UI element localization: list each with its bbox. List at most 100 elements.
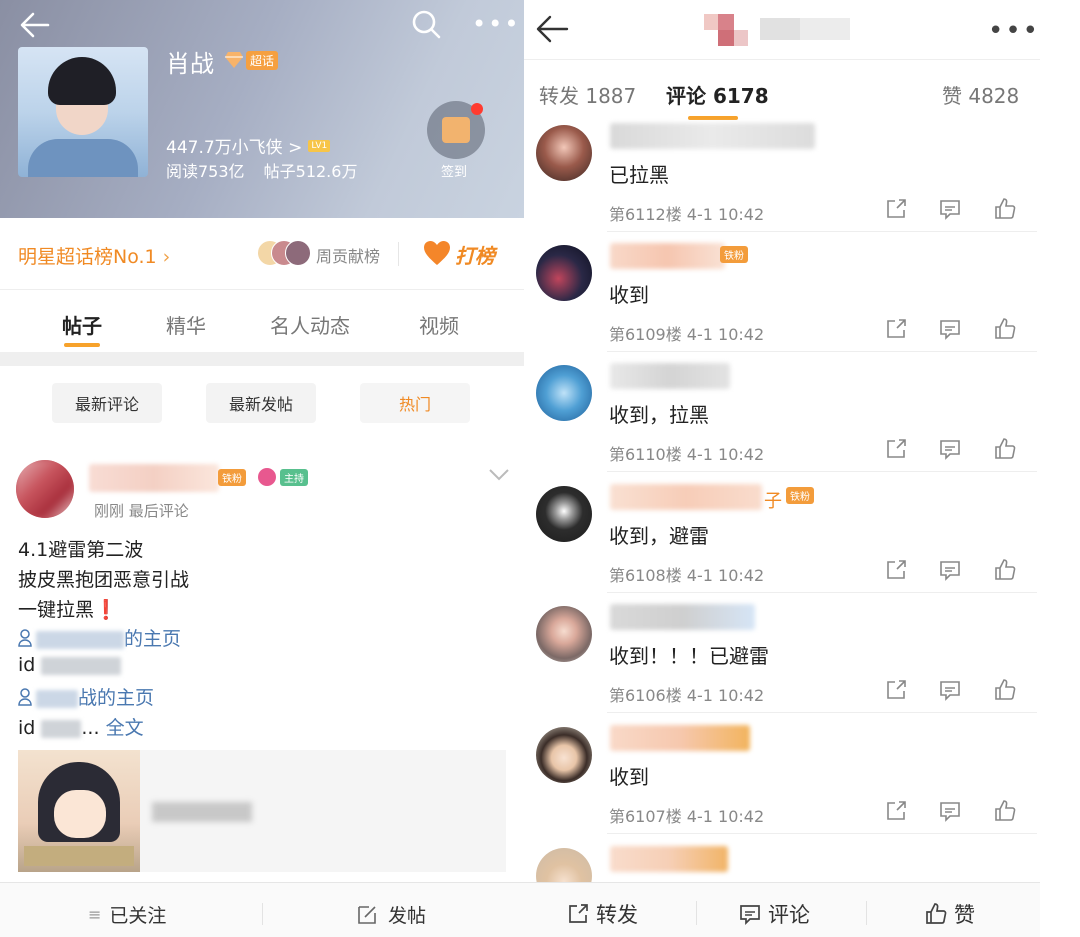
full-text-link[interactable]: 全文	[106, 717, 144, 739]
post-text-line: 4.1避雷第二波	[18, 539, 144, 561]
id-label: id	[18, 654, 36, 676]
avatar	[285, 240, 311, 266]
back-arrow-icon[interactable]	[534, 12, 570, 46]
post-author-avatar[interactable]	[16, 460, 74, 518]
post-author-name[interactable]	[89, 464, 219, 492]
commenter-name[interactable]	[610, 484, 762, 510]
thumbs-up-icon[interactable]	[993, 799, 1017, 823]
share-icon[interactable]	[884, 558, 908, 582]
followed-label: 已关注	[109, 905, 167, 927]
commenter-avatar[interactable]	[536, 125, 592, 181]
like-button[interactable]: 赞	[924, 899, 975, 929]
comment-icon[interactable]	[938, 799, 962, 823]
post-text-line: 披皮黑抱团恶意引战	[18, 569, 190, 591]
topic-avatar[interactable]	[18, 47, 148, 177]
repost-button[interactable]: 转发	[566, 899, 638, 929]
post-text-line: 一键拉黑❗	[18, 595, 118, 622]
comment-icon[interactable]	[938, 317, 962, 341]
comment-text: 收到，拉黑	[609, 403, 709, 427]
user-icon	[18, 688, 32, 706]
redacted-text	[41, 656, 122, 675]
filter-latest-posts[interactable]: 最新发帖	[206, 383, 316, 423]
edit-icon	[358, 905, 376, 924]
thumbs-up-icon[interactable]	[993, 197, 1017, 221]
heart-icon[interactable]	[423, 240, 451, 266]
redacted-text	[41, 719, 82, 738]
commenter-name[interactable]	[610, 725, 750, 751]
tab-video[interactable]: 视频	[419, 310, 459, 339]
host-badge: 主持	[280, 469, 308, 486]
more-icon[interactable]: •••	[988, 16, 1040, 46]
level-badge: LV1	[308, 139, 331, 152]
comment-icon[interactable]	[938, 437, 962, 461]
comment-item: 收到，拉黑 第6110楼 4-1 10:42	[524, 363, 1040, 485]
shared-link-card[interactable]	[18, 750, 506, 872]
commenter-avatar[interactable]	[536, 245, 592, 301]
tab-reposts[interactable]: 转发 1887	[539, 80, 636, 109]
super-label: 超话	[246, 50, 279, 70]
author-name-blurred	[704, 14, 850, 46]
share-icon[interactable]	[884, 799, 908, 823]
vote-button[interactable]: 打榜	[455, 240, 495, 269]
followed-button[interactable]: ≡ 已关注	[88, 901, 166, 928]
checkin-button[interactable]	[427, 101, 485, 159]
share-icon[interactable]	[884, 437, 908, 461]
share-icon[interactable]	[884, 678, 908, 702]
tab-featured[interactable]: 精华	[166, 310, 206, 339]
detail-tabs: 转发 1887 评论 6178 赞 4828	[524, 60, 1040, 124]
commenter-avatar[interactable]	[536, 727, 592, 783]
back-arrow-icon[interactable]	[18, 8, 52, 42]
thumbs-up-icon[interactable]	[993, 558, 1017, 582]
thumbs-up-icon[interactable]	[993, 317, 1017, 341]
divider	[262, 903, 263, 925]
iron-fan-badge: 铁粉	[218, 469, 246, 486]
post-meta: 刚刚 最后评论	[94, 502, 189, 520]
comment-label: 评论	[768, 903, 810, 927]
tab-posts[interactable]: 帖子	[62, 310, 102, 339]
comment-icon[interactable]	[938, 197, 962, 221]
commenter-name[interactable]	[610, 363, 730, 389]
redacted-text	[152, 802, 252, 822]
tab-likes[interactable]: 赞 4828	[942, 80, 1019, 109]
comment-text: 收到	[609, 283, 649, 307]
commenter-avatar[interactable]	[536, 606, 592, 662]
divider	[607, 351, 1037, 352]
tab-comments[interactable]: 评论 6178	[666, 80, 769, 109]
rank-link[interactable]: 明星超话榜No.1 ›	[18, 242, 170, 269]
share-icon[interactable]	[884, 317, 908, 341]
calendar-icon	[442, 117, 470, 143]
bottom-action-bar: 转发 评论 赞	[524, 882, 1040, 937]
share-icon[interactable]	[884, 197, 908, 221]
commenter-name[interactable]	[610, 123, 815, 149]
new-post-button[interactable]: 发帖	[356, 901, 426, 928]
chevron-right-icon: ›	[156, 246, 171, 268]
comment-item: 收到！！！已避雷 第6106楼 4-1 10:42	[524, 604, 1040, 726]
comment-text: 收到！！！已避雷	[609, 644, 769, 668]
thumbs-up-icon[interactable]	[993, 437, 1017, 461]
commenter-name[interactable]	[610, 243, 725, 269]
comment-icon[interactable]	[938, 558, 962, 582]
filter-hot[interactable]: 热门	[360, 383, 470, 423]
filter-latest-comments[interactable]: 最新评论	[52, 383, 162, 423]
profile-link[interactable]: 战的主页	[18, 683, 154, 710]
comment-button[interactable]: 评论	[738, 899, 810, 929]
thumbs-up-icon[interactable]	[993, 678, 1017, 702]
fans-count[interactable]: 447.7万小飞侠 > LV1	[166, 133, 331, 158]
commenter-name[interactable]	[610, 604, 755, 630]
contributor-avatars[interactable]	[257, 240, 313, 268]
comment-icon[interactable]	[938, 678, 962, 702]
commenter-avatar[interactable]	[536, 486, 592, 542]
new-post-label: 发帖	[388, 905, 427, 927]
chevron-down-icon[interactable]	[488, 468, 510, 482]
more-icon[interactable]: •••	[472, 10, 518, 38]
redacted-text	[36, 689, 78, 708]
post-text-line: id ... 全文	[18, 713, 144, 740]
profile-link[interactable]: 的主页	[18, 624, 181, 651]
commenter-avatar[interactable]	[536, 365, 592, 421]
comment-text: 已拉黑	[609, 163, 669, 187]
divider	[607, 231, 1037, 232]
tab-celebrity[interactable]: 名人动态	[270, 310, 350, 339]
commenter-name[interactable]	[610, 846, 728, 872]
search-icon[interactable]	[410, 8, 442, 40]
weekly-contribution-link[interactable]: 周贡献榜	[316, 243, 380, 267]
